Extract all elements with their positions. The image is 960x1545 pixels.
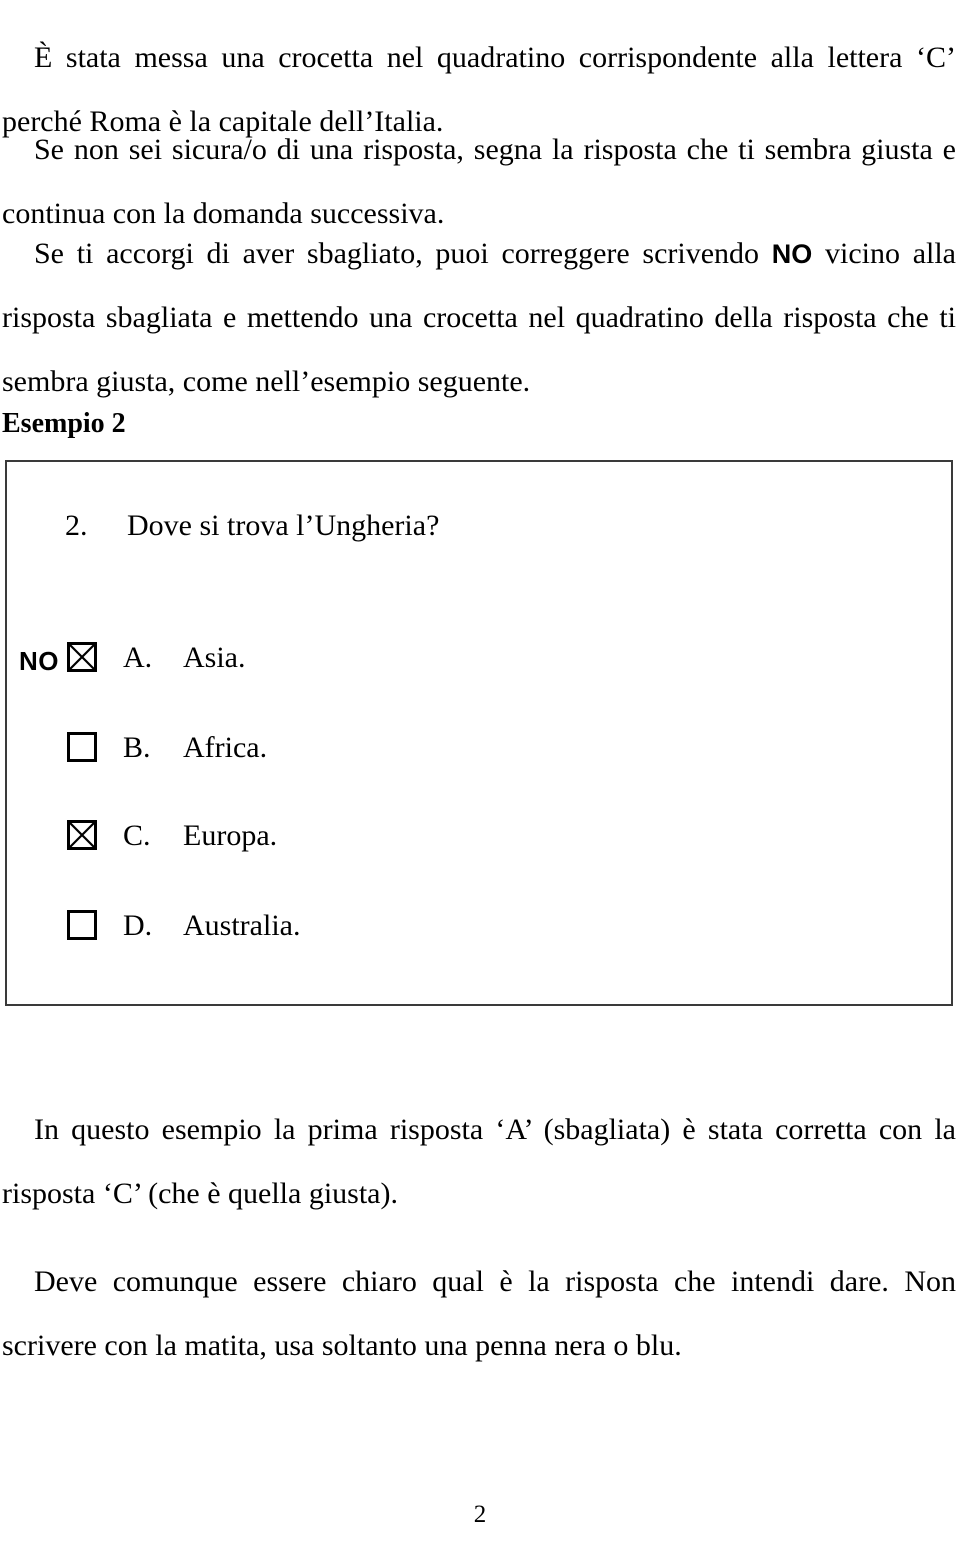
paragraph-in-questo-esempio: In questo esempio la prima risposta ‘A’ …	[2, 1113, 956, 1210]
option-c-letter: C.	[123, 819, 151, 852]
empty-checkbox-icon[interactable]	[67, 732, 97, 762]
section-heading-esempio-2: Esempio 2	[2, 408, 126, 439]
page-number: 2	[473, 1501, 487, 1528]
paragraph-correzione: Se ti accorgi di aver sbagliato, puoi co…	[2, 222, 956, 414]
option-a-text: Asia.	[183, 641, 246, 674]
option-a-no-marker: NO	[19, 646, 59, 676]
paragraph-correzione-part1: Se ti accorgi di aver sbagliato, puoi co…	[34, 237, 772, 270]
option-b-letter: B.	[123, 731, 151, 764]
question-number: 2.	[65, 509, 88, 542]
option-row-d[interactable]: D. Australia.	[7, 908, 951, 950]
option-d-text: Australia.	[183, 909, 301, 942]
option-c-text: Europa.	[183, 819, 278, 852]
option-d-letter: D.	[123, 909, 153, 942]
question-text: Dove si trova l’Ungheria?	[127, 509, 440, 542]
inline-no-emphasis: NO	[771, 239, 813, 269]
option-a-letter: A.	[123, 641, 153, 674]
example-box: 2. Dove si trova l’Ungheria? NO A. Asia. …	[5, 460, 953, 1006]
example-question: 2. Dove si trova l’Ungheria?	[65, 507, 439, 545]
x-checkbox-icon[interactable]	[67, 820, 97, 850]
option-row-b[interactable]: B. Africa.	[7, 730, 951, 772]
paragraph-deve-comunque: Deve comunque essere chiaro qual è la ri…	[2, 1265, 956, 1362]
document-page: È stata messa una crocetta nel quadratin…	[0, 0, 960, 1545]
empty-checkbox-icon[interactable]	[67, 910, 97, 940]
option-row-a[interactable]: NO A. Asia.	[7, 640, 951, 682]
x-checkbox-icon[interactable]	[67, 642, 97, 672]
option-row-c[interactable]: C. Europa.	[7, 818, 951, 860]
option-b-text: Africa.	[183, 731, 268, 764]
